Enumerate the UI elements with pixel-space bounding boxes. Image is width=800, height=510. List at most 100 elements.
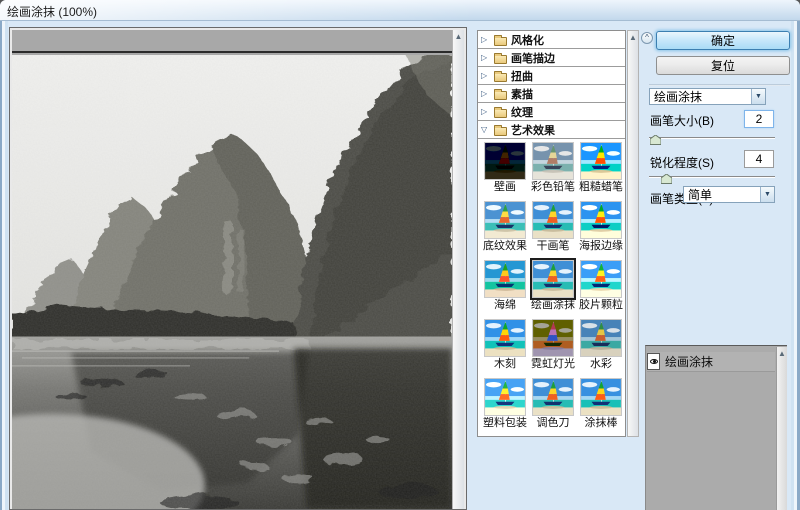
thumbnail-label: 霓虹灯光 (531, 358, 575, 370)
chevron-down-icon[interactable]: ▼ (760, 187, 774, 202)
thumbnail-image (580, 201, 622, 239)
filter-thumbnail-sponge[interactable]: 海绵 (481, 259, 529, 318)
thumbnail-image (484, 142, 526, 180)
brush-size-input[interactable]: 2 (744, 110, 774, 128)
thumbnail-label: 胶片颗粒 (579, 299, 623, 311)
filter-category-0[interactable]: ▷ 风格化 (478, 31, 625, 49)
dialog-title: 绘画涂抹 (100%) (7, 5, 98, 19)
effect-layer-label: 绘画涂抹 (665, 355, 714, 369)
category-label: 风格化 (511, 34, 544, 47)
expand-triangle-icon: ▷ (481, 35, 488, 44)
filter-category-2[interactable]: ▷ 扭曲 (478, 67, 625, 85)
gallery-vertical-scrollbar[interactable]: ▲ (627, 30, 639, 437)
thumbnail-label: 涂抹棒 (584, 417, 618, 429)
expand-triangle-icon: ▷ (481, 107, 488, 116)
filter-thumbnail-pencil[interactable]: 彩色铅笔 (529, 141, 577, 200)
filter-category-5[interactable]: ▽ 艺术效果 (478, 121, 625, 139)
reset-button[interactable]: 复位 (656, 56, 790, 75)
filter-category-3[interactable]: ▷ 素描 (478, 85, 625, 103)
thumbnail-label: 水彩 (590, 358, 612, 370)
expand-triangle-icon: ▷ (481, 53, 488, 62)
brush-size-label: 画笔大小(B) (650, 114, 714, 128)
effect-layer-row[interactable]: 绘画涂抹 (647, 352, 775, 372)
thumbnail-image (580, 319, 622, 357)
scroll-up-icon[interactable]: ▲ (453, 30, 464, 43)
folder-icon (494, 34, 507, 46)
filter-thumbnail-pastel[interactable]: 粗糙蜡笔 (577, 141, 625, 200)
sharpness-input[interactable]: 4 (744, 150, 774, 168)
folder-icon (494, 88, 507, 100)
filter-category-1[interactable]: ▷ 画笔描边 (478, 49, 625, 67)
filter-select-value: 绘画涂抹 (654, 90, 703, 104)
brush-size-slider-track[interactable] (649, 137, 775, 139)
category-label: 素描 (511, 88, 533, 101)
thumbnail-image (580, 142, 622, 180)
ok-button[interactable]: 确定 (656, 31, 790, 50)
filter-thumbnail-cutout[interactable]: 木刻 (481, 318, 529, 377)
ok-button-label: 确定 (710, 34, 735, 48)
thumbnail-image (484, 319, 526, 357)
sharpness-value: 4 (755, 152, 763, 166)
window-border-left (0, 21, 8, 510)
title-bar[interactable]: 绘画涂抹 (100%) (0, 0, 800, 21)
filter-thumbnail-underpaint[interactable]: 底纹效果 (481, 200, 529, 259)
filter-thumbnail-daubs[interactable]: 绘画涂抹 (529, 258, 577, 318)
window-border-right (791, 21, 800, 510)
filter-category-4[interactable]: ▷ 纹理 (478, 103, 625, 121)
effect-layers-panel: 绘画涂抹 ▲ (645, 345, 787, 510)
category-label: 画笔描边 (511, 52, 555, 65)
filter-thumbnail-neon[interactable]: 霓虹灯光 (529, 318, 577, 377)
landscape-preview-art (12, 55, 452, 509)
thumbnail-image (530, 258, 576, 300)
thumbnail-label: 海报边缘 (579, 240, 623, 252)
thumbnail-image (484, 260, 526, 298)
brush-size-slider-thumb[interactable] (649, 132, 662, 145)
chevron-down-icon[interactable]: ▼ (751, 89, 765, 104)
filter-thumbnail-grain[interactable]: 胶片颗粒 (577, 259, 625, 318)
thumbnail-image (532, 142, 574, 180)
filter-thumbnail-watercolor[interactable]: 水彩 (577, 318, 625, 377)
category-label: 扭曲 (511, 70, 533, 83)
thumbnail-image (580, 260, 622, 298)
expand-triangle-icon: ▷ (481, 89, 488, 98)
thumbnail-label: 粗糙蜡笔 (579, 181, 623, 193)
thumbnail-label: 调色刀 (536, 417, 570, 429)
filter-category-list: ▷ 风格化 ▷ 画笔描边 ▷ 扭曲 ▷ 素描 ▷ 纹理 ▽ 艺术效果 (478, 31, 625, 139)
filter-thumbnail-poster[interactable]: 海报边缘 (577, 200, 625, 259)
filter-thumbnail-grid: 壁画 彩色铅笔 粗糙蜡笔 底纹效果 干画笔 海报边缘 海绵 绘画涂抹 胶片颗粒 … (481, 141, 625, 436)
thumbnail-image (532, 378, 574, 416)
folder-icon (494, 124, 507, 136)
preview-canvas-margin (12, 30, 452, 53)
category-label: 纹理 (511, 106, 533, 119)
sharpness-label: 锐化程度(S) (650, 156, 714, 170)
thumbnail-image (484, 378, 526, 416)
brush-type-select[interactable]: 简单 ▼ (683, 186, 775, 203)
preview-image[interactable] (12, 55, 452, 509)
folder-icon (494, 52, 507, 64)
filter-select[interactable]: 绘画涂抹 ▼ (649, 88, 766, 105)
filter-thumbnail-fresco[interactable]: 壁画 (481, 141, 529, 200)
visibility-toggle[interactable] (647, 353, 660, 370)
preview-panel: ▲ (9, 27, 467, 510)
scroll-up-icon[interactable]: ▲ (777, 347, 787, 360)
filter-thumbnail-knife[interactable]: 调色刀 (529, 377, 577, 436)
effect-layer-list: 绘画涂抹 (646, 352, 787, 372)
thumbnail-image (532, 201, 574, 239)
collapse-pane-button[interactable]: ^ (641, 32, 653, 44)
sharpness-slider-thumb[interactable] (660, 171, 673, 184)
scroll-up-icon[interactable]: ▲ (628, 31, 638, 44)
filter-thumbnail-smudge[interactable]: 涂抹棒 (577, 377, 625, 436)
expand-triangle-icon: ▷ (481, 71, 488, 80)
paint-daubs-dialog: 绘画涂抹 (100%) ▲ ▷ 风格化 ▷ 画笔描边 ▷ 扭曲 ▷ 素描 ▷ 纹… (0, 0, 800, 510)
thumbnail-label: 海绵 (494, 299, 516, 311)
brush-size-value: 2 (755, 112, 763, 126)
layers-vertical-scrollbar[interactable]: ▲ (776, 347, 787, 510)
controls-divider (649, 84, 790, 86)
thumbnail-label: 绘画涂抹 (531, 299, 575, 311)
thumbnail-label: 木刻 (494, 358, 516, 370)
thumbnail-label: 彩色铅笔 (531, 181, 575, 193)
thumbnail-label: 塑料包装 (483, 417, 527, 429)
filter-thumbnail-drybrush[interactable]: 干画笔 (529, 200, 577, 259)
filter-thumbnail-plastic[interactable]: 塑料包装 (481, 377, 529, 436)
preview-vertical-scrollbar[interactable]: ▲ (452, 30, 464, 509)
